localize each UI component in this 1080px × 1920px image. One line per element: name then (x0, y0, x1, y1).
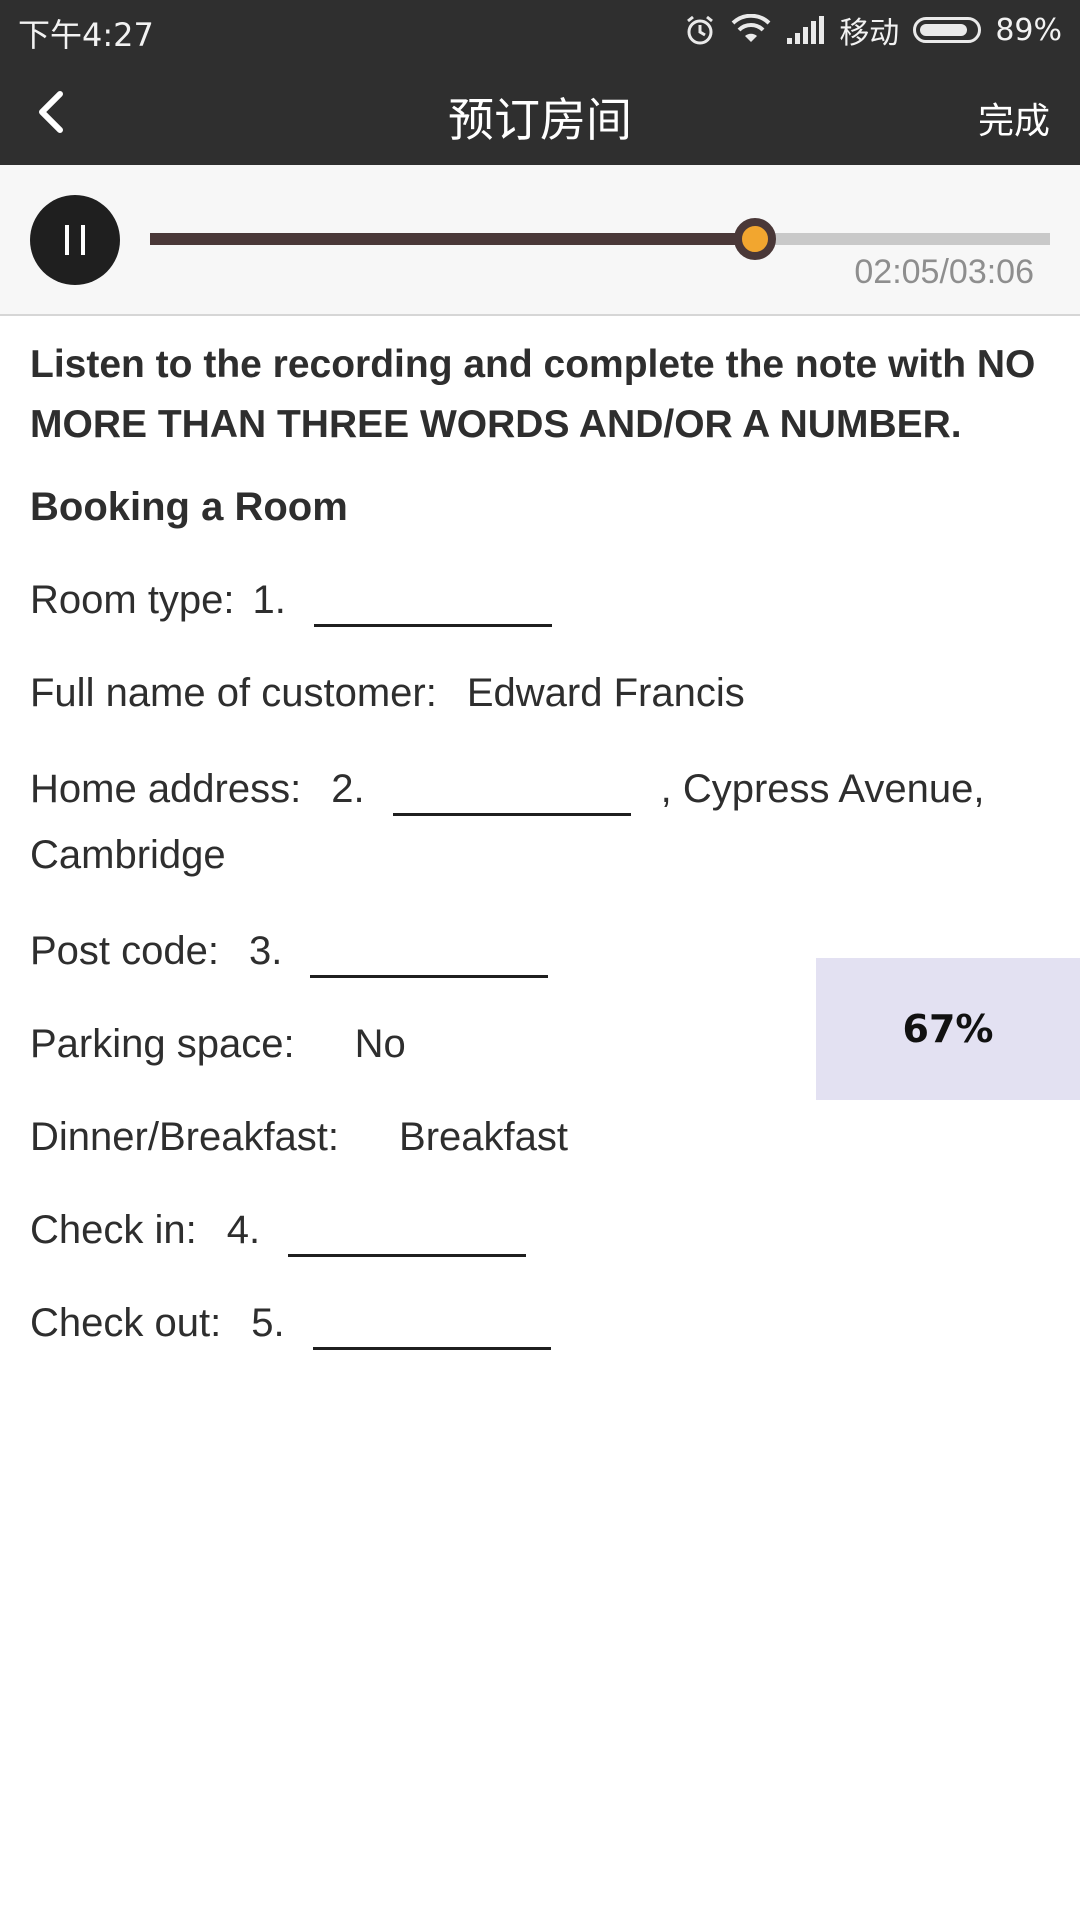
row-full-name: Full name of customer: Edward Francis (30, 663, 1050, 723)
battery-percent: 89% (995, 12, 1062, 48)
progress-slider[interactable] (150, 218, 1050, 260)
answer-blank-4[interactable] (288, 1210, 527, 1257)
alarm-icon (683, 13, 717, 47)
question-number: 2. (331, 767, 365, 811)
status-icons: 移动 89% (683, 8, 1062, 52)
battery-icon (913, 17, 982, 43)
row-check-in: Check in: 4. (30, 1200, 1050, 1260)
page-title: 预订房间 (448, 93, 632, 147)
signal-icon (785, 14, 825, 46)
field-label: Dinner/Breakfast: (30, 1115, 340, 1159)
row-room-type: Room type: 1. (30, 570, 1050, 630)
field-value: Edward Francis (466, 671, 745, 715)
answer-blank-1[interactable] (313, 580, 552, 627)
field-label: Home address: (30, 767, 302, 811)
question-number: 3. (249, 929, 283, 973)
question-number: 5. (251, 1301, 285, 1345)
field-label: Room type: (30, 578, 235, 622)
row-dinner-breakfast: Dinner/Breakfast: Breakfast (30, 1107, 1050, 1167)
status-time: 下午4:27 (18, 16, 154, 54)
section-title: Booking a Room (30, 485, 348, 529)
answer-blank-3[interactable] (310, 931, 549, 978)
question-number: 1. (252, 578, 286, 622)
pause-button[interactable] (30, 195, 120, 285)
time-readout: 02:05/03:06 (854, 253, 1034, 291)
done-button[interactable]: 完成 (978, 92, 1050, 144)
progress-thumb[interactable] (733, 218, 776, 260)
audio-player: 02:05/03:06 (0, 165, 1080, 316)
field-label: Post code: (30, 929, 220, 973)
instructions: Listen to the recording and complete the… (30, 343, 1036, 446)
status-bar: 下午4:27 移动 89% (0, 0, 1080, 60)
row-home-address: Home address: 2. , Cypress Avenue, Cambridg… (30, 756, 1050, 888)
field-label: Full name of customer: (30, 671, 437, 715)
field-label: Check in: (30, 1208, 197, 1252)
field-label: Parking space: (30, 1022, 295, 1066)
battery-fill (920, 24, 968, 36)
field-label: Check out: (30, 1301, 222, 1345)
carrier-label: 移动 (839, 16, 900, 51)
percent-badge: 67% (816, 958, 1080, 1100)
progress-played (150, 233, 755, 245)
app-bar: 预订房间 完成 (0, 60, 1080, 165)
exercise-content: Listen to the recording and complete the… (30, 335, 1050, 1386)
wifi-icon (731, 14, 771, 46)
row-check-out: Check out: 5. (30, 1293, 1050, 1353)
page: 下午4:27 移动 89% 预订房间 完成 02:05/03:06 Listen… (0, 0, 1080, 1920)
address-suffix: , Cypress Avenue, (660, 767, 985, 811)
field-value: Breakfast (399, 1115, 568, 1159)
pause-icon (65, 225, 85, 255)
field-value: No (354, 1022, 406, 1066)
question-number: 4. (226, 1208, 261, 1252)
answer-blank-5[interactable] (312, 1303, 551, 1350)
answer-blank-2[interactable] (392, 769, 631, 816)
address-continuation: Cambridge (30, 833, 226, 877)
